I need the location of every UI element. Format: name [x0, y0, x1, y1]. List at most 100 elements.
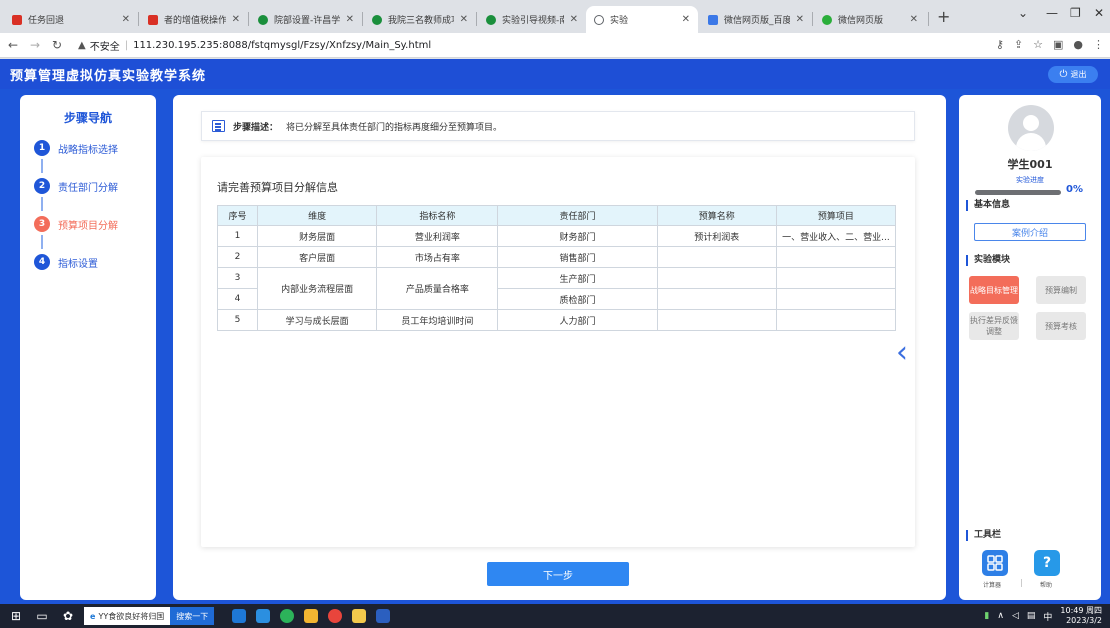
browser-tab[interactable]: 实验引导视频-南宁 ✕ [478, 6, 586, 33]
cell-budget-item[interactable]: 一、营业收入、二、营业... [775, 225, 897, 247]
cell-budget-name[interactable] [656, 309, 777, 331]
browser-tab[interactable]: 者的增值税操作步 ✕ [140, 6, 248, 33]
browser-tab-bar: 任务回退 ✕ 者的增值税操作步 ✕ 院部设置-许昌学院 ✕ 我院三名教师成功 ✕… [0, 0, 1110, 33]
step-item-4[interactable]: 4 指标设置 [34, 254, 98, 270]
modules-title: 实验模块 [966, 255, 1010, 266]
taskbar-search-button[interactable]: 搜索一下 [170, 607, 215, 625]
browser-360-icon[interactable] [280, 609, 295, 623]
profile-icon[interactable]: ● [1073, 38, 1083, 51]
step-number: 3 [34, 216, 50, 232]
minimize-icon[interactable]: — [1046, 6, 1058, 20]
volume-icon[interactable]: ◁ [1012, 611, 1019, 621]
ime-indicator[interactable]: 中 [1043, 610, 1052, 623]
new-tab-icon[interactable]: + [937, 7, 950, 26]
chrome-icon[interactable] [328, 609, 343, 623]
cell-budget-item[interactable] [775, 267, 897, 289]
browser-tab-active[interactable]: 实验 ✕ [586, 6, 698, 33]
menu-icon[interactable]: ⋮ [1093, 38, 1104, 51]
module-budget-prep-button[interactable]: 预算编制 [1036, 276, 1086, 304]
cell-dimension: 内部业务流程层面 [257, 267, 378, 310]
step-item-2[interactable]: 2 责任部门分解 [34, 178, 118, 194]
share-icon[interactable]: ⇪ [1014, 38, 1023, 51]
tab-favicon-icon [12, 14, 22, 25]
step-navigation: 步骤导航 1 战略指标选择 2 责任部门分解 3 预算项目分解 4 指标设置 [20, 95, 156, 600]
url-field[interactable]: ▲ 不安全 | 111.230.195.235:8088/fstqmysgl/F… [78, 38, 431, 53]
taskbar-search-field[interactable]: e YY食欲良好将归国 [84, 607, 171, 625]
app-icon[interactable] [304, 609, 319, 623]
tab-search-icon[interactable]: ⌄ [1018, 6, 1028, 20]
app-icon[interactable]: ✿ [58, 606, 78, 626]
edge-icon[interactable] [232, 609, 247, 623]
forward-icon[interactable]: → [26, 38, 44, 52]
table-row[interactable]: 1 财务层面 营业利润率 财务部门 预计利润表 一、营业收入、二、营业... [216, 225, 897, 247]
step-item-1[interactable]: 1 战略指标选择 [34, 140, 118, 156]
clock[interactable]: 10:49 周四 2023/3/2 [1060, 606, 1102, 626]
step-number: 1 [34, 140, 50, 156]
close-icon[interactable]: ✕ [346, 14, 354, 25]
logout-button[interactable]: ⏻ 退出 [1048, 66, 1098, 83]
table-row[interactable]: 2 客户层面 市场占有率 销售部门 [216, 246, 897, 268]
file-explorer-icon[interactable] [352, 609, 367, 623]
bookmark-star-icon[interactable]: ☆ [1033, 38, 1043, 51]
progress-bar [975, 190, 1061, 195]
task-view-icon[interactable]: ▭ [32, 606, 52, 626]
module-variance-feedback-button[interactable]: 执行差异反馈调整 [969, 312, 1019, 340]
restore-icon[interactable]: ❐ [1070, 6, 1081, 20]
browser-tab[interactable]: 我院三名教师成功 ✕ [364, 6, 476, 33]
cell-budget-item[interactable] [775, 246, 897, 268]
cell-no: 4 [216, 288, 259, 310]
chevron-left-icon[interactable]: ‹ [896, 338, 908, 368]
close-icon[interactable]: ✕ [910, 14, 918, 25]
step-number: 4 [34, 254, 50, 270]
network-icon[interactable]: ▤ [1027, 611, 1036, 621]
module-budget-assessment-button[interactable]: 预算考核 [1036, 312, 1086, 340]
cell-budget-name[interactable] [656, 267, 777, 289]
step-label: 预算项目分解 [58, 220, 118, 232]
close-icon[interactable]: ✕ [570, 14, 578, 25]
close-icon[interactable]: ✕ [122, 14, 130, 25]
cell-budget-name[interactable]: 预计利润表 [656, 225, 777, 247]
module-strategy-button[interactable]: 战略目标管理 [969, 276, 1019, 304]
tab-label: 院部设置-许昌学院 [274, 16, 340, 26]
cell-budget-name[interactable] [656, 288, 777, 310]
close-icon[interactable]: ✕ [682, 14, 690, 25]
key-icon[interactable]: ⚷ [996, 38, 1004, 51]
browser-tab[interactable]: 微信网页版 ✕ [814, 6, 926, 33]
tab-favicon-icon [148, 14, 158, 25]
tab-favicon-icon [486, 14, 496, 25]
step-label: 责任部门分解 [58, 182, 118, 194]
column-header: 预算名称 [656, 205, 777, 226]
tab-label: 实验 [610, 16, 629, 26]
calculator-icon[interactable] [982, 550, 1008, 576]
table-row[interactable]: 5 学习与成长层面 员工年均培训时间 人力部门 [216, 309, 897, 331]
ie-browser-icon[interactable] [256, 609, 271, 623]
cell-indicator: 营业利润率 [376, 225, 499, 247]
browser-tab[interactable]: 任务回退 ✕ [4, 6, 138, 33]
case-intro-button[interactable]: 案例介绍 [974, 223, 1086, 241]
cell-budget-name[interactable] [656, 246, 777, 268]
windows-start-icon[interactable]: ⊞ [6, 606, 26, 626]
table-row[interactable]: 3 内部业务流程层面 产品质量合格率 生产部门 [216, 267, 897, 310]
close-icon[interactable]: ✕ [232, 14, 240, 25]
word-icon[interactable] [376, 609, 391, 623]
cell-budget-item[interactable] [775, 309, 897, 331]
cell-dimension: 客户层面 [257, 246, 378, 268]
browser-tab[interactable]: 院部设置-许昌学院 ✕ [250, 6, 362, 33]
close-icon[interactable]: ✕ [796, 14, 804, 25]
step-item-3[interactable]: 3 预算项目分解 [34, 216, 118, 232]
sidebar-icon[interactable]: ▣ [1053, 38, 1063, 51]
column-header: 序号 [216, 205, 259, 226]
window-close-icon[interactable]: ✕ [1094, 6, 1104, 20]
help-icon[interactable]: ? [1034, 550, 1060, 576]
back-icon[interactable]: ← [4, 38, 22, 52]
next-step-button[interactable]: 下一步 [487, 562, 629, 586]
tray-chevron-icon[interactable]: ∧ [997, 611, 1004, 621]
cell-budget-item[interactable] [775, 288, 897, 310]
list-icon [212, 120, 225, 132]
browser-tab[interactable]: 微信网页版_百度搜 ✕ [700, 6, 812, 33]
battery-icon[interactable]: ▮ [984, 611, 989, 621]
reload-icon[interactable]: ↻ [48, 38, 66, 52]
app-title: 预算管理虚拟仿真实验教学系统 [10, 68, 207, 84]
column-header: 预算项目 [775, 205, 897, 226]
close-icon[interactable]: ✕ [460, 14, 468, 25]
